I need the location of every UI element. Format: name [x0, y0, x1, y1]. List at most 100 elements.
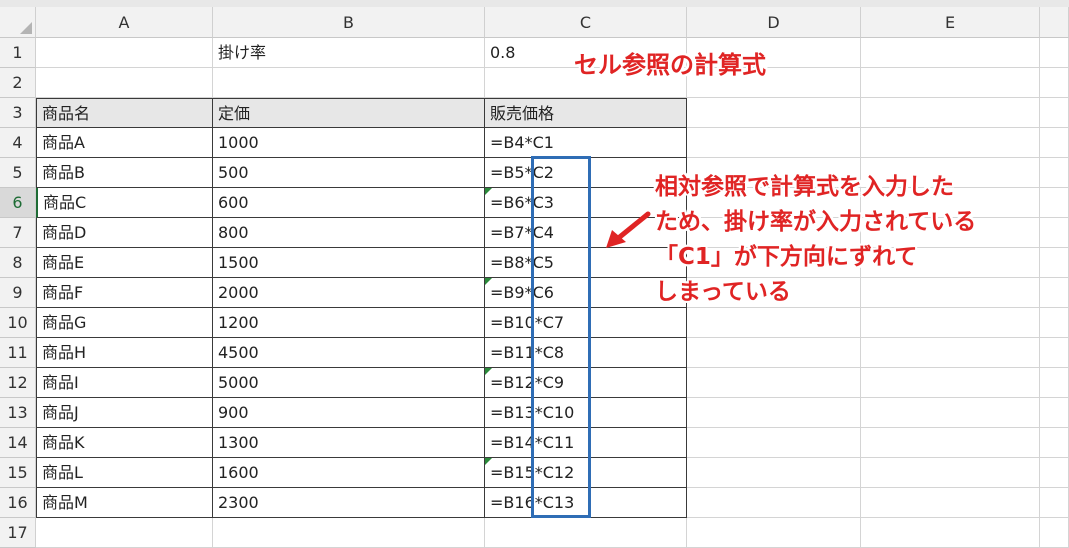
row-header-1[interactable]: 1 — [0, 38, 36, 68]
cell-f3[interactable] — [1040, 98, 1069, 128]
column-header-b[interactable]: B — [213, 7, 485, 38]
cell-f17[interactable] — [1040, 518, 1069, 548]
error-indicator-icon[interactable] — [485, 188, 492, 195]
error-indicator-icon[interactable] — [485, 458, 492, 465]
cell-f1[interactable] — [1040, 38, 1069, 68]
cell-b14[interactable]: 1300 — [213, 428, 485, 458]
cell-a13[interactable]: 商品J — [36, 398, 213, 428]
cell-d15[interactable] — [687, 458, 861, 488]
error-indicator-icon[interactable] — [485, 278, 492, 285]
cell-a12[interactable]: 商品I — [36, 368, 213, 398]
cell-a1[interactable] — [36, 38, 213, 68]
cell-a7[interactable]: 商品D — [36, 218, 213, 248]
cell-e9[interactable] — [861, 278, 1040, 308]
cell-a2[interactable] — [36, 68, 213, 98]
cell-b6[interactable]: 600 — [213, 188, 485, 218]
cell-d4[interactable] — [687, 128, 861, 158]
cell-a11[interactable]: 商品H — [36, 338, 213, 368]
row-header-11[interactable]: 11 — [0, 338, 36, 368]
column-header-partial[interactable] — [1040, 7, 1069, 38]
cell-f15[interactable] — [1040, 458, 1069, 488]
cell-b8[interactable]: 1500 — [213, 248, 485, 278]
column-header-a[interactable]: A — [36, 7, 213, 38]
row-header-3[interactable]: 3 — [0, 98, 36, 128]
cell-c4[interactable]: =B4*C1 — [485, 128, 687, 158]
cell-d16[interactable] — [687, 488, 861, 518]
cell-f9[interactable] — [1040, 278, 1069, 308]
cell-b7[interactable]: 800 — [213, 218, 485, 248]
row-header-7[interactable]: 7 — [0, 218, 36, 248]
cell-f8[interactable] — [1040, 248, 1069, 278]
cell-d10[interactable] — [687, 308, 861, 338]
cell-f6[interactable] — [1040, 188, 1069, 218]
row-header-17[interactable]: 17 — [0, 518, 36, 548]
cell-b12[interactable]: 5000 — [213, 368, 485, 398]
cell-a15[interactable]: 商品L — [36, 458, 213, 488]
cell-b15[interactable]: 1600 — [213, 458, 485, 488]
cell-b10[interactable]: 1200 — [213, 308, 485, 338]
cell-e16[interactable] — [861, 488, 1040, 518]
cell-a10[interactable]: 商品G — [36, 308, 213, 338]
select-all-corner[interactable] — [0, 7, 36, 38]
cell-a4[interactable]: 商品A — [36, 128, 213, 158]
cell-b16[interactable]: 2300 — [213, 488, 485, 518]
cell-f12[interactable] — [1040, 368, 1069, 398]
cell-d14[interactable] — [687, 428, 861, 458]
cell-b17[interactable] — [213, 518, 485, 548]
spreadsheet[interactable]: ABCDE 1 2 3 4 5 6 7 8 9 10 11 12 13 14 15 16 17 掛け率 0.8 商品… — [0, 0, 1069, 548]
row-header-5[interactable]: 5 — [0, 158, 36, 188]
cell-d17[interactable] — [687, 518, 861, 548]
cell-f10[interactable] — [1040, 308, 1069, 338]
cell-e4[interactable] — [861, 128, 1040, 158]
cell-a16[interactable]: 商品M — [36, 488, 213, 518]
cell-c17[interactable] — [485, 518, 687, 548]
cell-f16[interactable] — [1040, 488, 1069, 518]
cell-b5[interactable]: 500 — [213, 158, 485, 188]
cell-e13[interactable] — [861, 398, 1040, 428]
cell-a8[interactable]: 商品E — [36, 248, 213, 278]
cell-f5[interactable] — [1040, 158, 1069, 188]
cell-e2[interactable] — [861, 68, 1040, 98]
row-header-6[interactable]: 6 — [0, 188, 36, 218]
row-header-4[interactable]: 4 — [0, 128, 36, 158]
error-indicator-icon[interactable] — [485, 368, 492, 375]
cell-d12[interactable] — [687, 368, 861, 398]
cell-a3[interactable]: 商品名 — [36, 98, 213, 128]
cell-c3[interactable]: 販売価格 — [485, 98, 687, 128]
cell-e10[interactable] — [861, 308, 1040, 338]
cell-e17[interactable] — [861, 518, 1040, 548]
column-header-d[interactable]: D — [687, 7, 861, 38]
cell-b9[interactable]: 2000 — [213, 278, 485, 308]
cell-d3[interactable] — [687, 98, 861, 128]
row-header-16[interactable]: 16 — [0, 488, 36, 518]
cell-a9[interactable]: 商品F — [36, 278, 213, 308]
cell-f14[interactable] — [1040, 428, 1069, 458]
cell-e12[interactable] — [861, 368, 1040, 398]
cell-f7[interactable] — [1040, 218, 1069, 248]
cell-d13[interactable] — [687, 398, 861, 428]
cell-e3[interactable] — [861, 98, 1040, 128]
row-header-14[interactable]: 14 — [0, 428, 36, 458]
cell-a6[interactable]: 商品C — [36, 188, 213, 218]
column-header-e[interactable]: E — [861, 7, 1040, 38]
cell-b11[interactable]: 4500 — [213, 338, 485, 368]
cell-b2[interactable] — [213, 68, 485, 98]
cell-e15[interactable] — [861, 458, 1040, 488]
cell-e14[interactable] — [861, 428, 1040, 458]
row-header-10[interactable]: 10 — [0, 308, 36, 338]
cell-f4[interactable] — [1040, 128, 1069, 158]
cell-f11[interactable] — [1040, 338, 1069, 368]
cell-e11[interactable] — [861, 338, 1040, 368]
row-header-9[interactable]: 9 — [0, 278, 36, 308]
cell-b4[interactable]: 1000 — [213, 128, 485, 158]
cell-f2[interactable] — [1040, 68, 1069, 98]
cell-a14[interactable]: 商品K — [36, 428, 213, 458]
row-header-13[interactable]: 13 — [0, 398, 36, 428]
cell-b1[interactable]: 掛け率 — [213, 38, 485, 68]
column-header-c[interactable]: C — [485, 7, 687, 38]
cell-f13[interactable] — [1040, 398, 1069, 428]
cell-a17[interactable] — [36, 518, 213, 548]
row-header-15[interactable]: 15 — [0, 458, 36, 488]
row-header-2[interactable]: 2 — [0, 68, 36, 98]
cell-d11[interactable] — [687, 338, 861, 368]
